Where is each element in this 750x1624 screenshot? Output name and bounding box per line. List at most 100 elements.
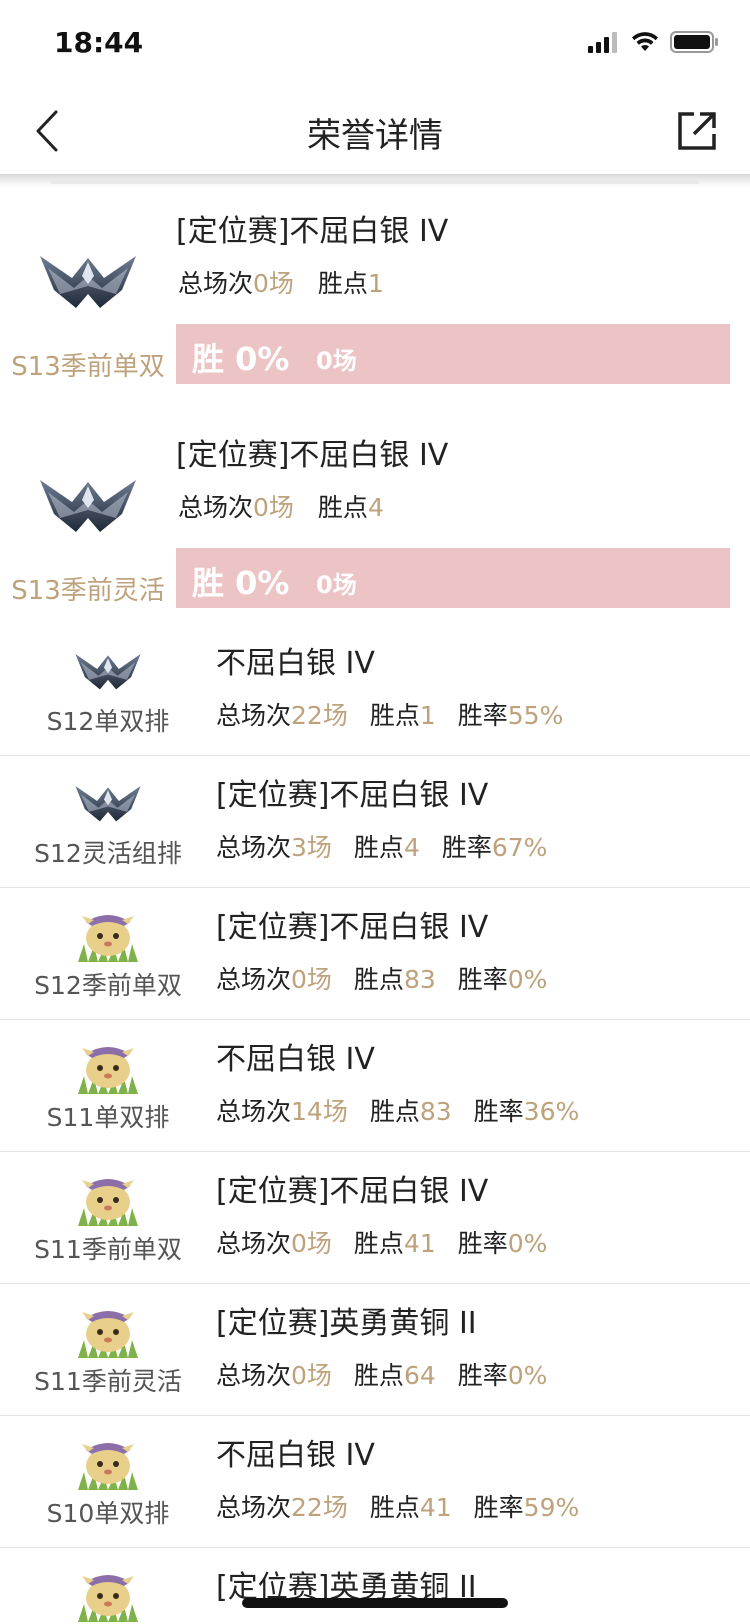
rank-title: [定位赛]不屈白银 IV <box>176 214 449 249</box>
points-label: 胜点 <box>317 269 368 298</box>
total-games-value: 0场 <box>291 1229 332 1258</box>
home-indicator[interactable] <box>242 1598 508 1608</box>
season-row[interactable]: S11季前灵活 [定位赛]英勇黄铜 II 总场次0场 胜点64 胜率0% <box>0 1284 750 1416</box>
silver-wing-emblem-icon <box>75 654 141 690</box>
poro-mascot-icon <box>78 1443 138 1490</box>
total-games-value: 22场 <box>291 701 348 730</box>
points-value: 41 <box>403 1229 436 1258</box>
points-label: 胜点 <box>369 701 420 730</box>
season-row[interactable]: S10单双排 不屈白银 IV 总场次22场 胜点41 胜率59% <box>0 1416 750 1548</box>
points-value: 83 <box>403 965 436 994</box>
share-button[interactable] <box>674 108 720 154</box>
poro-mascot-icon <box>78 1575 138 1622</box>
season-label: S11季前单双 <box>34 1235 182 1264</box>
season-label: S10单双排 <box>46 1499 170 1528</box>
win-rate-value: 0% <box>507 1229 548 1258</box>
win-rate-label: 胜率 <box>473 1097 524 1126</box>
total-games-value: 14场 <box>291 1097 348 1126</box>
win-rate-label: 胜率 <box>441 833 492 862</box>
win-games-count: 0场 <box>316 571 357 599</box>
points-value: 41 <box>419 1493 452 1522</box>
win-rate-label: 胜率 <box>473 1493 524 1522</box>
poro-mascot-icon <box>78 1047 138 1094</box>
season-row[interactable]: S11季前单双 [定位赛]不屈白银 IV 总场次0场 胜点41 胜率0% <box>0 1152 750 1284</box>
total-games-value: 22场 <box>291 1493 348 1522</box>
poro-mascot-icon <box>78 915 138 962</box>
season-label: S12灵活组排 <box>34 839 182 868</box>
season-row[interactable]: S11单双排 不屈白银 IV 总场次14场 胜点83 胜率36% <box>0 1020 750 1152</box>
season-row[interactable]: S12单双排 不屈白银 IV 总场次22场 胜点1 胜率55% <box>0 624 750 756</box>
season-label: S11季前灵活 <box>34 1367 182 1396</box>
points-label: 胜点 <box>353 1361 404 1390</box>
total-games-label: 总场次 <box>178 269 254 298</box>
silver-wing-emblem-icon <box>40 256 136 308</box>
total-games-label: 总场次 <box>216 833 292 862</box>
season-label: S11单双排 <box>46 1103 170 1132</box>
points-value: 1 <box>419 701 436 730</box>
points-value: 64 <box>403 1361 436 1390</box>
poro-mascot-icon <box>78 1179 138 1226</box>
win-rate-label: 胜率 <box>457 701 508 730</box>
stats-line: 总场次0场 胜点4 <box>178 488 384 524</box>
total-games-value: 0场 <box>253 493 294 522</box>
win-rate-value: 36% <box>523 1097 580 1126</box>
total-games-value: 0场 <box>291 1361 332 1390</box>
status-icons <box>588 30 720 54</box>
win-rate-bar: 胜 0% 0场 <box>176 548 730 608</box>
points-label: 胜点 <box>353 833 404 862</box>
win-rate-label: 胜率 <box>457 1361 508 1390</box>
season-card[interactable]: S13季前灵活 [定位赛]不屈白银 IV 总场次0场 胜点4 胜 0% 0场 <box>0 412 750 612</box>
season-card[interactable]: S13季前单双 [定位赛]不屈白银 IV 总场次0场 胜点1 胜 0% 0场 <box>0 188 750 388</box>
win-rate-value: 0% <box>507 1361 548 1390</box>
nav-bar: 荣誉详情 <box>0 88 750 174</box>
season-label: S13季前灵活 <box>11 576 165 606</box>
season-row[interactable]: S12灵活组排 [定位赛]不屈白银 IV 总场次3场 胜点4 胜率67% <box>0 756 750 888</box>
rank-title: 不屈白银 IV <box>216 1438 375 1473</box>
stats-line: 总场次22场 胜点41 胜率59% <box>216 1488 579 1524</box>
status-time: 18:44 <box>54 26 144 59</box>
total-games-label: 总场次 <box>178 493 254 522</box>
rank-title: [定位赛]不屈白银 IV <box>216 1174 489 1209</box>
total-games-label: 总场次 <box>216 1229 292 1258</box>
points-value: 4 <box>403 833 420 862</box>
points-label: 胜点 <box>353 1229 404 1258</box>
win-rate-value: 0% <box>507 965 548 994</box>
win-rate-value: 55% <box>507 701 564 730</box>
total-games-label: 总场次 <box>216 965 292 994</box>
rank-title: [定位赛]不屈白银 IV <box>216 910 489 945</box>
win-rate-label: 胜 0% <box>192 340 290 378</box>
rank-title: 不屈白银 IV <box>216 646 375 681</box>
stats-line: 总场次14场 胜点83 胜率36% <box>216 1092 579 1128</box>
points-label: 胜点 <box>369 1097 420 1126</box>
stats-line: 总场次0场 胜点83 胜率0% <box>216 960 547 996</box>
status-bar: 18:44 <box>0 0 750 88</box>
battery-icon <box>670 31 718 53</box>
points-value: 83 <box>419 1097 452 1126</box>
season-row[interactable]: S12季前单双 [定位赛]不屈白银 IV 总场次0场 胜点83 胜率0% <box>0 888 750 1020</box>
win-rate-value: 67% <box>491 833 548 862</box>
total-games-value: 0场 <box>253 269 294 298</box>
silver-wing-emblem-icon <box>40 480 136 532</box>
poro-mascot-icon <box>78 1311 138 1358</box>
season-label: S12单双排 <box>46 707 170 736</box>
header-divider <box>0 174 750 188</box>
page-title: 荣誉详情 <box>307 116 443 156</box>
stats-line: 总场次0场 胜点1 <box>178 264 384 300</box>
rank-title: [定位赛]不屈白银 IV <box>216 778 489 813</box>
points-value: 4 <box>367 493 384 522</box>
rank-title: [定位赛]英勇黄铜 II <box>216 1306 477 1341</box>
total-games-value: 3场 <box>291 833 332 862</box>
wifi-icon <box>632 32 658 51</box>
points-label: 胜点 <box>353 965 404 994</box>
win-rate-label: 胜率 <box>457 965 508 994</box>
win-rate-value: 59% <box>523 1493 580 1522</box>
win-rate-label: 胜 0% <box>192 564 290 602</box>
win-rate-bar: 胜 0% 0场 <box>176 324 730 384</box>
season-row[interactable]: [定位赛]英勇黄铜 II <box>0 1548 750 1624</box>
points-label: 胜点 <box>369 1493 420 1522</box>
win-games-count: 0场 <box>316 347 357 375</box>
cellular-signal-icon <box>588 32 617 53</box>
silver-wing-emblem-icon <box>75 786 141 822</box>
season-label: S13季前单双 <box>11 352 165 382</box>
points-label: 胜点 <box>317 493 368 522</box>
